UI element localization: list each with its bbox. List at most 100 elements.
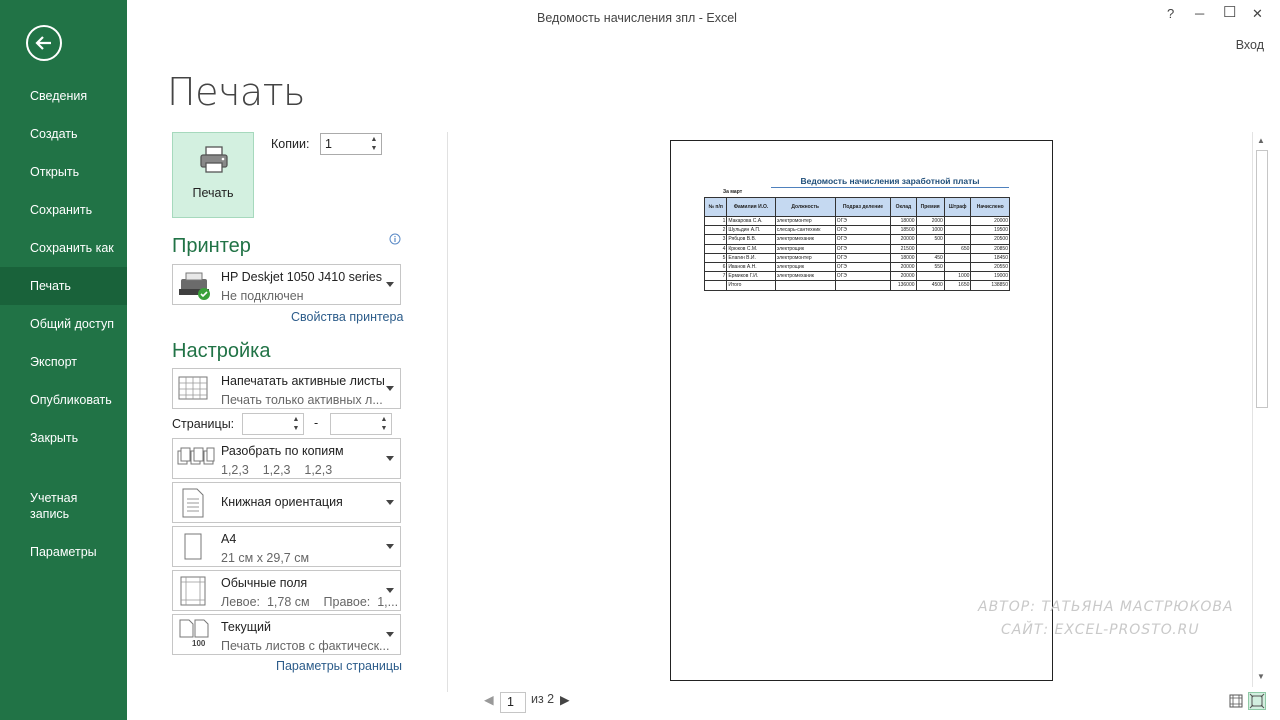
- paper-size-dropdown[interactable]: А4 21 см x 29,7 см: [172, 526, 401, 567]
- sidebar-item-open[interactable]: Открыть: [0, 153, 127, 191]
- page-setup-link[interactable]: Параметры страницы: [276, 659, 402, 673]
- collate-label: Разобрать по копиям: [221, 444, 344, 458]
- next-page-icon[interactable]: ▶: [560, 692, 570, 707]
- spin-down-icon[interactable]: ▼: [369, 144, 379, 153]
- zoom-to-page-icon[interactable]: [1248, 692, 1266, 710]
- table-cell: электрощик: [774, 261, 836, 273]
- collate-icon: [177, 447, 215, 465]
- pages-separator: -: [314, 416, 319, 430]
- paper-icon: [184, 533, 202, 560]
- table-cell: 20000: [890, 234, 917, 245]
- show-margins-icon[interactable]: [1229, 694, 1243, 708]
- table-cell: 18500: [890, 225, 917, 236]
- table-cell: 1650: [943, 280, 972, 291]
- table-cell: ОГЭ: [834, 234, 892, 245]
- table-cell: слесарь-сантехник: [774, 225, 836, 236]
- table-cell: 20500: [970, 234, 1010, 245]
- table-cell: 2: [703, 225, 728, 236]
- copies-label: Копии:: [271, 137, 310, 151]
- table-row: 1 Макарова С.А. электромонтер ОГЭ 18000 2000 2…: [703, 215, 1010, 227]
- scroll-down-icon[interactable]: ▼: [1257, 672, 1265, 681]
- sidebar-item-export[interactable]: Экспорт: [0, 343, 127, 381]
- print-what-dropdown[interactable]: Напечатать активные листы Печать только …: [172, 368, 401, 409]
- table-cell: 21500: [890, 243, 917, 254]
- portrait-page-icon: [182, 488, 204, 518]
- close-icon[interactable]: ✕: [1252, 6, 1263, 22]
- back-arrow-icon[interactable]: [26, 25, 62, 61]
- pages-to-input[interactable]: ▲ ▼: [330, 413, 392, 435]
- table-header-cell: Подраз деление: [834, 197, 892, 217]
- table-row: 3 Рябцов В.В. электромеханик ОГЭ 20000 500 205…: [703, 234, 1010, 245]
- sidebar-item-new[interactable]: Создать: [0, 115, 127, 153]
- preview-scrollbar[interactable]: ▲ ▼: [1252, 132, 1270, 687]
- spin-down-icon[interactable]: ▼: [291, 424, 301, 433]
- orientation-dropdown[interactable]: Книжная ориентация: [172, 482, 401, 523]
- table-cell: Макарова С.А.: [726, 215, 776, 227]
- help-icon[interactable]: ?: [1167, 6, 1174, 21]
- table-cell: Рябцов В.В.: [726, 234, 776, 245]
- margins-dropdown[interactable]: Обычные поля Левое: 1,78 см Правое: 1,..…: [172, 570, 401, 611]
- sheet-grid-icon: [178, 376, 208, 400]
- backstage-sidebar: Сведения Создать Открыть Сохранить Сохра…: [0, 0, 127, 720]
- table-cell: 5: [703, 252, 728, 263]
- table-cell: [915, 243, 945, 254]
- info-icon[interactable]: [389, 233, 401, 245]
- table-cell: [943, 225, 972, 236]
- table-header-cell: Начислено: [970, 197, 1010, 217]
- sidebar-item-print[interactable]: Печать: [0, 267, 127, 305]
- table-header-cell: № п/п: [703, 197, 728, 217]
- margins-label: Обычные поля: [221, 576, 308, 590]
- paper-size-desc: 21 см x 29,7 см: [221, 551, 310, 565]
- scaling-dropdown[interactable]: 100 Текущий Печать листов с фактическ...: [172, 614, 401, 655]
- sidebar-item-options[interactable]: Параметры: [0, 533, 127, 571]
- prev-page-icon[interactable]: ◀: [484, 692, 494, 707]
- spin-down-icon[interactable]: ▼: [379, 424, 389, 433]
- copies-stepper[interactable]: 1 ▲ ▼: [320, 133, 382, 155]
- table-cell: 20550: [970, 261, 1010, 273]
- sidebar-item-save[interactable]: Сохранить: [0, 191, 127, 229]
- maximize-icon[interactable]: ☐: [1223, 3, 1236, 21]
- table-row: 7 Ермиков Г.И. электромеханик ОГЭ 20000 1000 1…: [703, 271, 1010, 282]
- chevron-down-icon: [386, 455, 394, 461]
- spin-up-icon[interactable]: ▲: [291, 415, 301, 424]
- table-cell: 450: [915, 252, 945, 263]
- sidebar-item-close[interactable]: Закрыть: [0, 419, 127, 457]
- printer-properties-link[interactable]: Свойства принтера: [291, 310, 403, 324]
- table-cell: [943, 215, 972, 227]
- orientation-label: Книжная ориентация: [221, 495, 343, 509]
- sidebar-item-save-as[interactable]: Сохранить как: [0, 229, 127, 267]
- sheet-title: Ведомость начисления заработной платы: [771, 176, 1009, 188]
- paper-size-label: А4: [221, 532, 237, 546]
- table-cell: 4500: [915, 280, 945, 291]
- spin-up-icon[interactable]: ▲: [369, 135, 379, 144]
- minimize-icon[interactable]: ─: [1195, 6, 1204, 21]
- table-header-cell: Оклад: [890, 197, 917, 217]
- sidebar-item-publish[interactable]: Опубликовать: [0, 381, 127, 419]
- collate-desc: 1,2,3 1,2,3 1,2,3: [221, 463, 333, 477]
- pages-from-input[interactable]: ▲ ▼: [242, 413, 304, 435]
- table-row: Итого 136000 4500 1650 138850: [703, 280, 1010, 291]
- print-button[interactable]: Печать: [172, 132, 254, 218]
- table-cell: 138850: [970, 280, 1010, 291]
- scrollbar-thumb[interactable]: [1256, 150, 1268, 408]
- table-cell: 500: [915, 234, 945, 245]
- printer-icon: [200, 146, 228, 173]
- table-cell: 19500: [970, 225, 1010, 236]
- sidebar-item-info[interactable]: Сведения: [0, 77, 127, 115]
- page-number-input[interactable]: 1: [500, 692, 526, 713]
- printer-dropdown[interactable]: HP Deskjet 1050 J410 series Не подключен: [172, 264, 401, 305]
- page-count: из 2: [531, 692, 555, 706]
- collate-dropdown[interactable]: Разобрать по копиям 1,2,3 1,2,3 1,2,3: [172, 438, 401, 479]
- signin-link[interactable]: Вход: [1236, 38, 1264, 52]
- sidebar-item-share[interactable]: Общий доступ: [0, 305, 127, 343]
- table-header-cell: Фамилия И.О.: [726, 197, 776, 217]
- table-cell: [774, 280, 836, 291]
- scroll-up-icon[interactable]: ▲: [1257, 136, 1265, 145]
- table-cell: электромонтер: [774, 252, 836, 263]
- sidebar-item-account[interactable]: Учетная запись: [0, 488, 110, 524]
- chevron-down-icon: [386, 385, 394, 391]
- print-button-label: Печать: [192, 186, 234, 200]
- margins-icon: [180, 576, 206, 606]
- table-cell: электрощик: [774, 243, 836, 254]
- spin-up-icon[interactable]: ▲: [379, 415, 389, 424]
